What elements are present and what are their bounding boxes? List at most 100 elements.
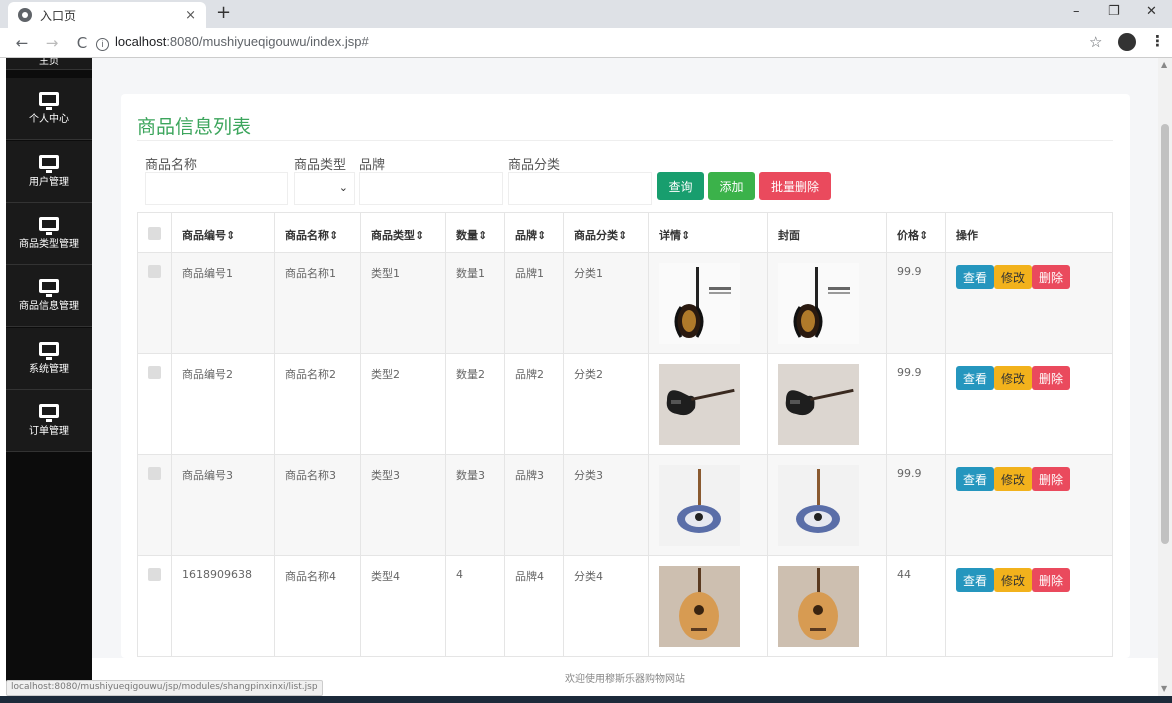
- header-category[interactable]: 商品分类⇕: [563, 212, 649, 253]
- browser-tab[interactable]: 入口页 ×: [8, 2, 206, 28]
- sidebar-item-order-management[interactable]: 订单管理: [6, 390, 92, 452]
- header-detail[interactable]: 详情⇕: [648, 212, 768, 253]
- cell-detail: [648, 252, 768, 354]
- product-detail-image: [659, 566, 740, 647]
- edit-button[interactable]: 修改: [994, 366, 1033, 390]
- header-label: 操作: [956, 229, 978, 242]
- divider: [137, 140, 1113, 141]
- edit-button[interactable]: 修改: [994, 467, 1033, 491]
- info-icon[interactable]: i: [96, 38, 109, 51]
- view-button[interactable]: 查看: [956, 568, 995, 592]
- cell-brand: 品牌1: [504, 252, 564, 354]
- table-row: 商品编号1 商品名称1 类型1 数量1 品牌1 分类1 99.9 查看 修改 删…: [137, 252, 1113, 354]
- sidebar-item-user-management[interactable]: 用户管理: [6, 141, 92, 203]
- view-button[interactable]: 查看: [956, 265, 995, 289]
- header-brand[interactable]: 品牌⇕: [504, 212, 564, 253]
- reload-icon[interactable]: C: [74, 34, 90, 52]
- sort-icon: ⇕: [226, 229, 236, 242]
- sidebar-item-label: 订单管理: [29, 426, 69, 437]
- sidebar-item-label: 用户管理: [29, 177, 69, 188]
- header-code[interactable]: 商品编号⇕: [171, 212, 275, 253]
- url-field[interactable]: i localhost:8080/mushiyueqigouwu/index.js…: [96, 34, 369, 51]
- window-close-icon[interactable]: ✕: [1146, 4, 1157, 19]
- table-row: 商品编号3 商品名称3 类型3 数量3 品牌3 分类3 99.9 查看 修改 删…: [137, 454, 1113, 556]
- status-url: localhost:8080/mushiyueqigouwu/jsp/modul…: [6, 680, 323, 696]
- edit-button[interactable]: 修改: [994, 265, 1033, 289]
- product-name-input[interactable]: [145, 172, 288, 205]
- browser-menu-icon[interactable]: ⋮: [1150, 32, 1165, 50]
- scrollbar-thumb[interactable]: [1161, 124, 1169, 544]
- sort-icon: ⇕: [537, 229, 547, 242]
- cell-category: 分类1: [563, 252, 649, 354]
- row-checkbox-cell: [137, 555, 172, 657]
- query-button[interactable]: 查询: [657, 172, 704, 200]
- restore-icon[interactable]: ❐: [1108, 4, 1120, 19]
- view-button[interactable]: 查看: [956, 467, 995, 491]
- edit-button[interactable]: 修改: [994, 568, 1033, 592]
- cell-name: 商品名称1: [274, 252, 361, 354]
- monitor-icon: [39, 404, 59, 422]
- minimize-icon[interactable]: –: [1073, 4, 1080, 19]
- header-label: 商品类型: [371, 229, 415, 242]
- delete-button[interactable]: 删除: [1032, 568, 1071, 592]
- delete-button[interactable]: 删除: [1032, 265, 1071, 289]
- sort-icon: ⇕: [415, 229, 425, 242]
- row-checkbox[interactable]: [148, 568, 161, 581]
- header-qty[interactable]: 数量⇕: [445, 212, 505, 253]
- cell-ops: 查看 修改 删除: [945, 252, 1113, 354]
- browser-tab-strip: 入口页 × + – ❐ ✕: [0, 0, 1172, 28]
- table-row: 商品编号2 商品名称2 类型2 数量2 品牌2 分类2 99.9 查看 修改 删…: [137, 353, 1113, 455]
- back-icon[interactable]: ←: [14, 34, 30, 52]
- product-list-panel: 商品信息列表 商品名称 商品类型 ⌄ 品牌 商品分类 查询 添加 批量删除 商品…: [121, 94, 1130, 658]
- header-ops: 操作: [945, 212, 1113, 253]
- header-label: 价格: [897, 229, 919, 242]
- monitor-icon: [39, 217, 59, 235]
- cell-ops: 查看 修改 删除: [945, 353, 1113, 455]
- product-cover-image: [778, 566, 859, 647]
- delete-button[interactable]: 删除: [1032, 467, 1071, 491]
- product-cover-image: [778, 263, 859, 344]
- product-type-select[interactable]: ⌄: [294, 172, 355, 205]
- sidebar-item-personal-center[interactable]: 个人中心: [6, 78, 92, 140]
- header-name[interactable]: 商品名称⇕: [274, 212, 361, 253]
- select-all-cell: [137, 212, 172, 253]
- scroll-up-icon[interactable]: ▲: [1161, 60, 1167, 69]
- row-checkbox[interactable]: [148, 366, 161, 379]
- row-checkbox-cell: [137, 353, 172, 455]
- category-input[interactable]: [508, 172, 652, 205]
- sidebar-item-home[interactable]: 主页: [6, 58, 92, 70]
- tab-close-icon[interactable]: ×: [185, 8, 196, 23]
- forward-icon[interactable]: →: [44, 34, 60, 52]
- page-scrollbar[interactable]: ▲ ▼: [1158, 58, 1172, 696]
- view-button[interactable]: 查看: [956, 366, 995, 390]
- select-all-checkbox[interactable]: [148, 227, 161, 240]
- add-button[interactable]: 添加: [708, 172, 755, 200]
- cell-category: 分类4: [563, 555, 649, 657]
- header-price[interactable]: 价格⇕: [886, 212, 946, 253]
- sidebar-item-product-info-management[interactable]: 商品信息管理: [6, 265, 92, 327]
- sort-icon: ⇕: [478, 229, 488, 242]
- row-checkbox[interactable]: [148, 265, 161, 278]
- sort-icon: ⇕: [329, 229, 339, 242]
- product-detail-image: [659, 263, 740, 344]
- sidebar-item-product-type-management[interactable]: 商品类型管理: [6, 203, 92, 265]
- product-name-label: 商品名称: [145, 158, 198, 173]
- delete-button[interactable]: 删除: [1032, 366, 1071, 390]
- main-content: 商品信息列表 商品名称 商品类型 ⌄ 品牌 商品分类 查询 添加 批量删除 商品…: [92, 58, 1158, 658]
- batch-delete-button[interactable]: 批量删除: [759, 172, 831, 200]
- sidebar-item-system-management[interactable]: 系统管理: [6, 328, 92, 390]
- product-cover-image: [778, 465, 859, 546]
- header-type[interactable]: 商品类型⇕: [360, 212, 446, 253]
- cell-detail: [648, 353, 768, 455]
- account-icon[interactable]: [1118, 33, 1136, 51]
- table-header-row: 商品编号⇕ 商品名称⇕ 商品类型⇕ 数量⇕ 品牌⇕ 商品分类⇕ 详情⇕ 封面 价…: [137, 212, 1113, 253]
- scroll-down-icon[interactable]: ▼: [1161, 684, 1167, 693]
- brand-input[interactable]: [359, 172, 503, 205]
- cell-type: 类型1: [360, 252, 446, 354]
- cell-name: 商品名称4: [274, 555, 361, 657]
- new-tab-icon[interactable]: +: [216, 2, 231, 23]
- bookmark-star-icon[interactable]: ☆: [1089, 33, 1102, 51]
- row-checkbox[interactable]: [148, 467, 161, 480]
- header-label: 商品分类: [574, 229, 618, 242]
- sidebar-item-label: 商品信息管理: [19, 301, 79, 312]
